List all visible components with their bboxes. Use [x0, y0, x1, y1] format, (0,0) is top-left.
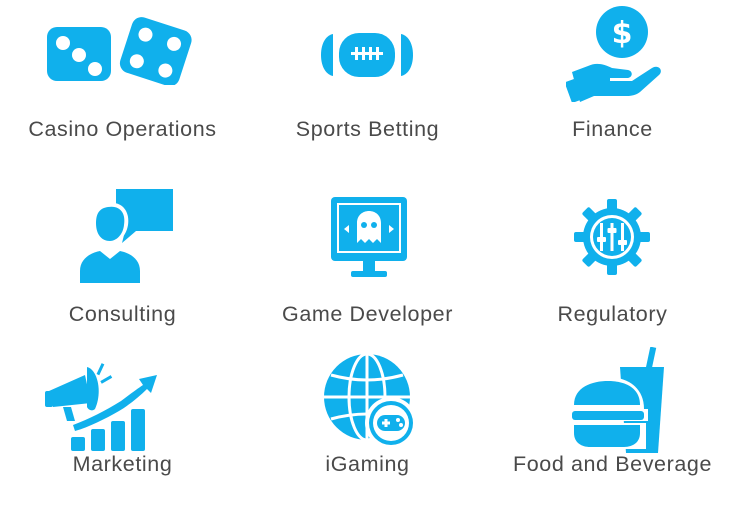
football-icon — [245, 0, 490, 115]
category-regulatory[interactable]: Regulatory — [490, 185, 735, 355]
category-food-and-beverage[interactable]: Food and Beverage — [490, 345, 735, 515]
category-label: iGaming — [325, 452, 410, 476]
category-sports-betting[interactable]: Sports Betting — [245, 0, 490, 170]
monitor-ghost-icon — [245, 185, 490, 300]
dollar-coin-hand-icon: $ — [490, 0, 735, 115]
gear-sliders-icon — [490, 185, 735, 300]
category-game-developer[interactable]: Game Developer — [245, 185, 490, 355]
category-label: Marketing — [72, 452, 173, 476]
category-label: Food and Beverage — [512, 452, 713, 476]
burger-drink-icon — [490, 345, 735, 460]
category-finance[interactable]: $ Finance — [490, 0, 735, 170]
globe-gamepad-icon — [245, 345, 490, 460]
category-consulting[interactable]: Consulting — [0, 185, 245, 355]
megaphone-growth-chart-icon — [0, 345, 245, 460]
category-casino-operations[interactable]: Casino Operations — [0, 0, 245, 170]
category-label: Regulatory — [557, 302, 668, 326]
category-igaming[interactable]: iGaming — [245, 345, 490, 515]
person-speech-bubble-icon — [0, 185, 245, 300]
category-label: Finance — [572, 117, 653, 141]
category-marketing[interactable]: Marketing — [0, 345, 245, 515]
category-label: Game Developer — [282, 302, 453, 326]
category-label: Casino Operations — [28, 117, 217, 141]
category-label: Sports Betting — [295, 117, 440, 141]
category-label: Consulting — [68, 302, 177, 326]
svg-text:$: $ — [612, 16, 633, 51]
dice-icon — [0, 0, 245, 115]
